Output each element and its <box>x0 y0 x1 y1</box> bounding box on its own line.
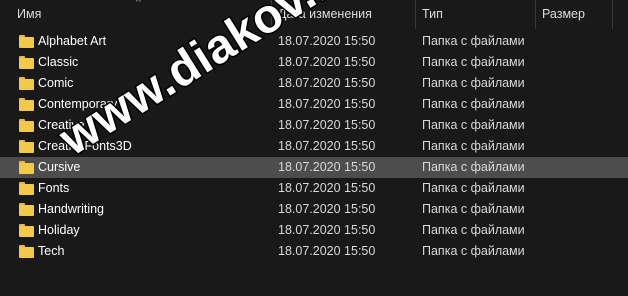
file-name: Fonts <box>38 181 70 195</box>
file-date: 18.07.2020 15:50 <box>278 202 376 216</box>
file-type: Папка с файлами <box>422 34 525 48</box>
file-row-selected[interactable]: Cursive 18.07.2020 15:50 Папка с файлами <box>0 157 628 178</box>
column-header-size-label: Размер <box>542 7 585 21</box>
file-name: Classic <box>38 55 79 69</box>
file-date: 18.07.2020 15:50 <box>278 55 376 69</box>
file-date: 18.07.2020 15:50 <box>278 181 376 195</box>
folder-icon <box>19 182 34 195</box>
column-header-size[interactable]: Размер <box>536 0 612 29</box>
folder-icon <box>19 224 34 237</box>
column-header-date-label: Дата изменения <box>278 7 372 21</box>
file-date: 18.07.2020 15:50 <box>278 76 376 90</box>
file-row[interactable]: Alphabet Art 18.07.2020 15:50 Папка с фа… <box>0 31 628 52</box>
file-name: Comic <box>38 76 74 90</box>
column-header-name[interactable]: Имя <box>11 0 271 29</box>
file-row[interactable]: CreativeFonts3D 18.07.2020 15:50 Папка с… <box>0 136 628 157</box>
file-row[interactable]: Classic 18.07.2020 15:50 Папка с файлами <box>0 52 628 73</box>
file-name: Handwriting <box>38 202 105 216</box>
file-name: Contemporary <box>38 97 118 111</box>
file-list: Alphabet Art 18.07.2020 15:50 Папка с фа… <box>0 31 628 262</box>
file-row[interactable]: Tech 18.07.2020 15:50 Папка с файлами <box>0 241 628 262</box>
folder-icon <box>19 119 34 132</box>
folder-icon <box>19 77 34 90</box>
file-row[interactable]: Fonts 18.07.2020 15:50 Папка с файлами <box>0 178 628 199</box>
file-type: Папка с файлами <box>422 118 525 132</box>
folder-icon <box>19 56 34 69</box>
file-date: 18.07.2020 15:50 <box>278 34 376 48</box>
column-divider[interactable] <box>612 0 613 29</box>
sort-ascending-icon: ^ <box>136 0 141 8</box>
column-header-date[interactable]: Дата изменения <box>272 0 415 29</box>
file-type: Папка с файлами <box>422 202 525 216</box>
file-date: 18.07.2020 15:50 <box>278 223 376 237</box>
folder-icon <box>19 35 34 48</box>
folder-icon <box>19 203 34 216</box>
file-name: Cursive <box>38 160 81 174</box>
file-type: Папка с файлами <box>422 76 525 90</box>
file-type: Папка с файлами <box>422 97 525 111</box>
file-type: Папка с файлами <box>422 244 525 258</box>
file-name: Holiday <box>38 223 80 237</box>
file-type: Папка с файлами <box>422 223 525 237</box>
folder-icon <box>19 245 34 258</box>
file-row[interactable]: Holiday 18.07.2020 15:50 Папка с файлами <box>0 220 628 241</box>
folder-icon <box>19 161 34 174</box>
column-header-name-label: Имя <box>17 7 42 21</box>
file-name: CreativeFonts3D <box>38 139 132 153</box>
file-name: Alphabet Art <box>38 34 107 48</box>
file-name: Creative <box>38 118 85 132</box>
file-date: 18.07.2020 15:50 <box>278 97 376 111</box>
file-row[interactable]: Comic 18.07.2020 15:50 Папка с файлами <box>0 73 628 94</box>
file-name: Tech <box>38 244 65 258</box>
file-type: Папка с файлами <box>422 139 525 153</box>
file-type: Папка с файлами <box>422 181 525 195</box>
file-date: 18.07.2020 15:50 <box>278 139 376 153</box>
column-header-bar: Имя ^ Дата изменения Тип Размер <box>0 0 628 29</box>
file-date: 18.07.2020 15:50 <box>278 118 376 132</box>
file-type: Папка с файлами <box>422 160 525 174</box>
file-row[interactable]: Creative 18.07.2020 15:50 Папка с файлам… <box>0 115 628 136</box>
folder-icon <box>19 140 34 153</box>
file-row[interactable]: Handwriting 18.07.2020 15:50 Папка с фай… <box>0 199 628 220</box>
file-date: 18.07.2020 15:50 <box>278 160 376 174</box>
file-date: 18.07.2020 15:50 <box>278 244 376 258</box>
column-header-type[interactable]: Тип <box>416 0 535 29</box>
file-row[interactable]: Contemporary 18.07.2020 15:50 Папка с фа… <box>0 94 628 115</box>
column-header-type-label: Тип <box>422 7 443 21</box>
file-type: Папка с файлами <box>422 55 525 69</box>
folder-icon <box>19 98 34 111</box>
